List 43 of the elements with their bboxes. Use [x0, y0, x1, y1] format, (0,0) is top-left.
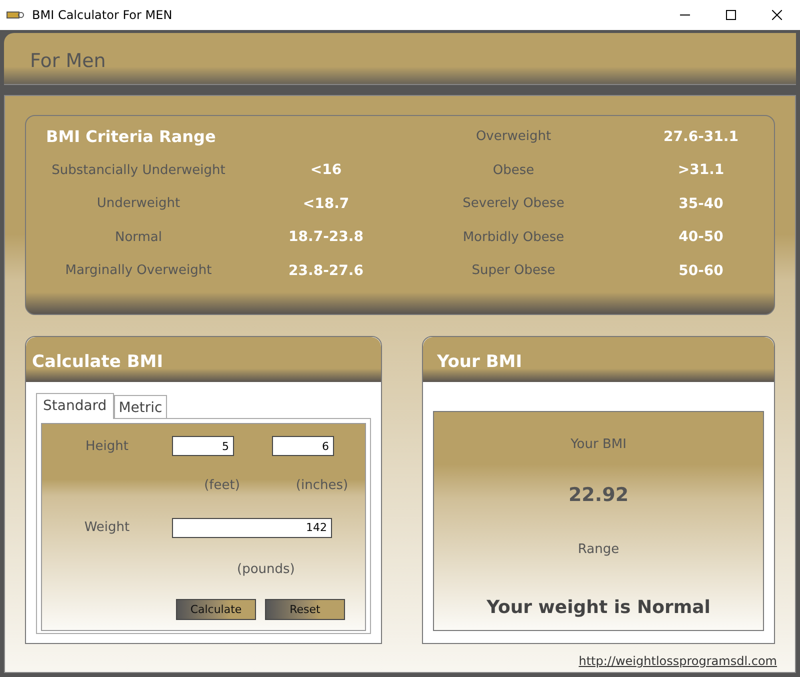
criteria-label: Severely Obese	[462, 196, 566, 212]
criteria-value: <18.7	[302, 196, 350, 212]
feet-unit: (feet)	[203, 478, 241, 492]
close-icon	[772, 10, 782, 20]
criteria-label: Normal	[114, 230, 164, 245]
action-button[interactable]: Reset	[265, 598, 345, 620]
maximize-icon	[726, 10, 736, 20]
window-title: BMI Calculator For MEN	[32, 8, 174, 22]
weight-input[interactable]: 142	[172, 518, 332, 538]
criteria-label: Super Obese	[470, 263, 556, 278]
weight-unit: (pounds)	[236, 562, 296, 576]
criteria-value: 18.7-23.8	[288, 229, 364, 246]
weight-label: Weight	[83, 520, 131, 534]
criteria-label: Obese	[492, 162, 536, 178]
criteria-label: Overweight	[474, 129, 552, 144]
bmi-value: 22.92	[568, 484, 629, 506]
criteria-label: Marginally Overweight	[64, 263, 213, 278]
panel-title: Calculate BMI	[32, 352, 164, 372]
criteria-label: Underweight	[96, 196, 182, 212]
result-label: Your BMI	[570, 436, 626, 452]
criteria-value: 27.6-31.1	[662, 128, 740, 145]
panel-title: Your BMI	[437, 352, 522, 372]
app-icon	[6, 10, 24, 20]
height-label: Height	[84, 438, 130, 454]
unit-tab[interactable]: Metric	[114, 395, 168, 419]
criteria-label: Substancially Underweight	[50, 162, 226, 178]
criteria-value: 40-50	[678, 229, 724, 246]
criteria-value: <16	[309, 162, 343, 178]
unit-tab[interactable]: Standard	[36, 393, 114, 419]
criteria-value: >31.1	[676, 162, 726, 178]
criteria-title: BMI Criteria Range	[45, 127, 217, 146]
header-title: For Men	[30, 50, 106, 72]
inches-unit: (inches)	[294, 478, 350, 492]
criteria-label: Morbidly Obese	[462, 230, 566, 245]
website-link[interactable]: http://weightlossprogramsdl.com	[578, 654, 777, 668]
inches-input[interactable]: 6	[272, 436, 334, 456]
criteria-value: 35-40	[678, 196, 724, 212]
criteria-value: 50-60	[678, 262, 724, 279]
criteria-value: 23.8-27.6	[288, 262, 364, 279]
range-label: Range	[578, 542, 620, 556]
result-message: Your weight is Normal	[486, 596, 710, 618]
action-button[interactable]: Calculate	[176, 598, 256, 620]
feet-input[interactable]: 5	[172, 436, 234, 456]
